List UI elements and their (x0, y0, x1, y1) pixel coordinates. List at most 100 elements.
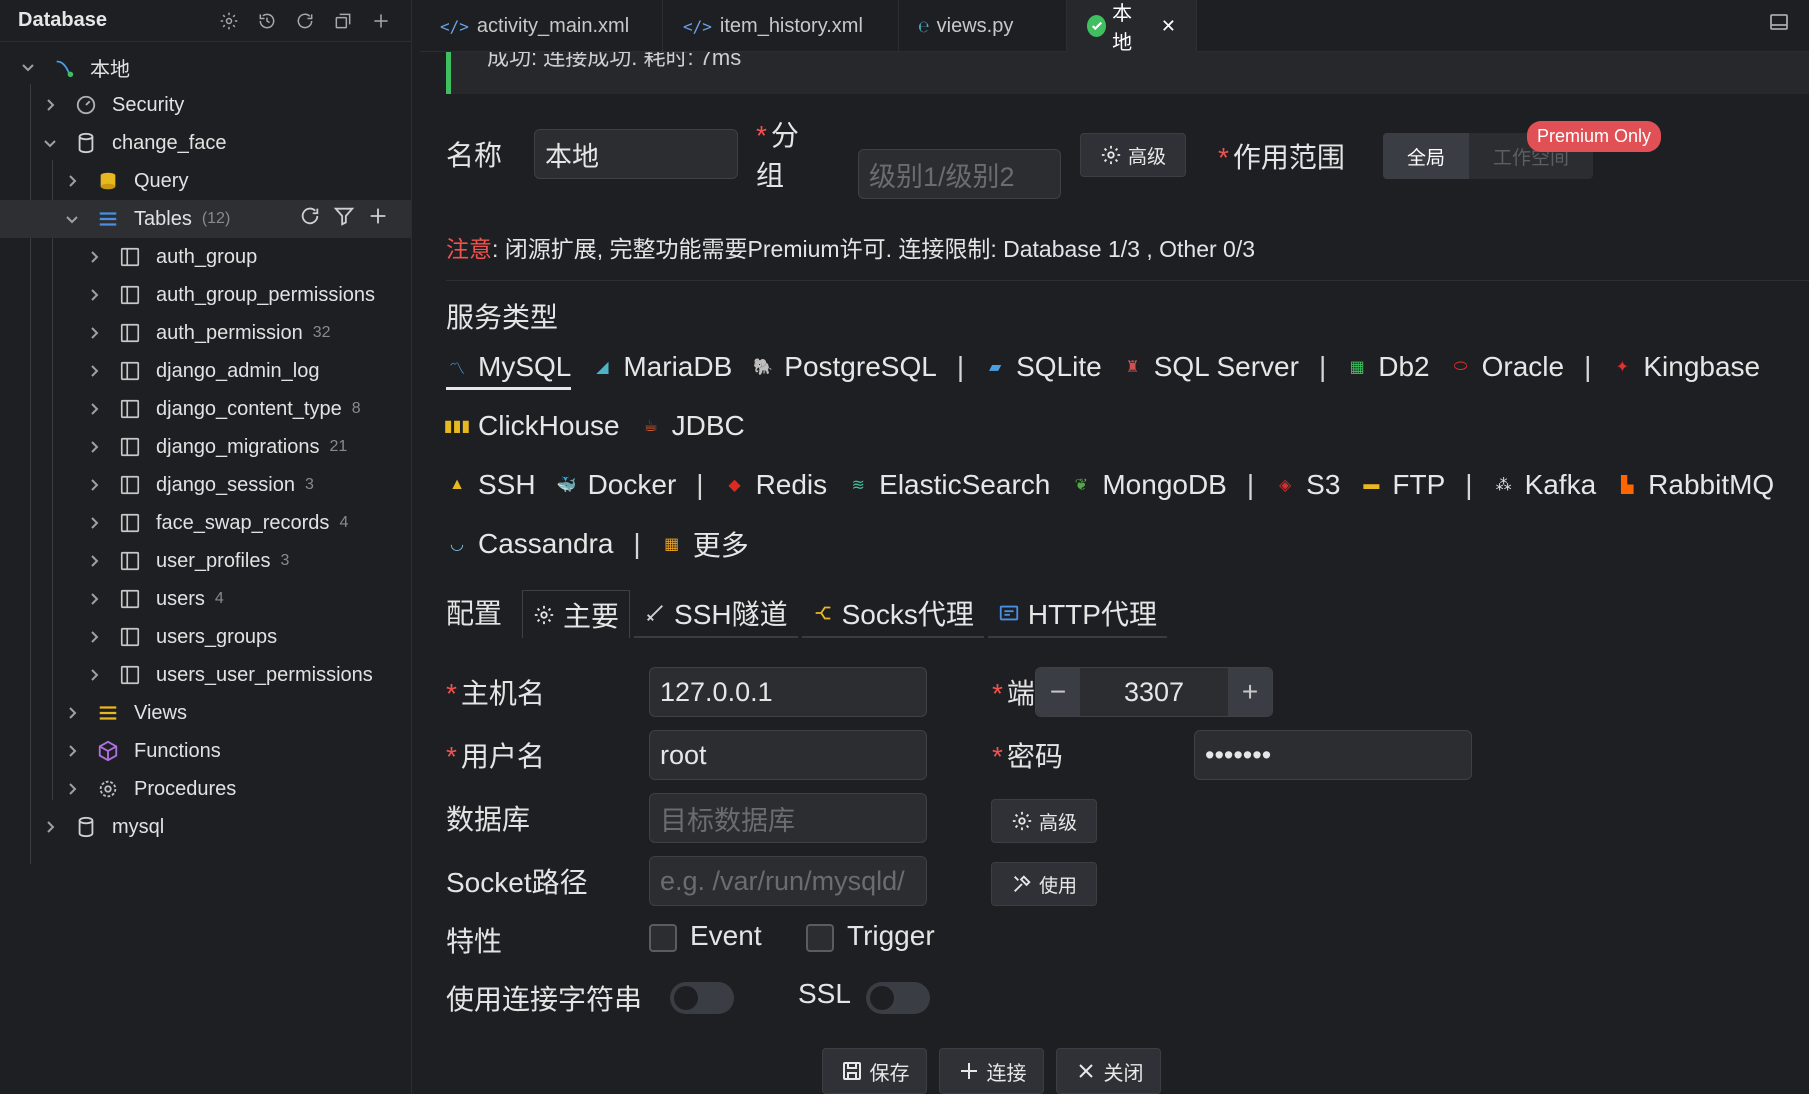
tab-item-history[interactable]: </> item_history.xml (663, 0, 899, 52)
service-mysql[interactable]: 〽 MySQL (446, 351, 572, 390)
tab-main[interactable]: 主要 (522, 590, 631, 638)
chevron-right-icon[interactable] (84, 437, 104, 457)
chevron-down-icon[interactable] (40, 133, 60, 153)
service-s3[interactable]: ◈ S3 (1274, 469, 1340, 501)
advanced-button[interactable]: 高级 (1080, 133, 1186, 177)
refresh-icon[interactable] (299, 205, 321, 233)
save-button[interactable]: 保存 (822, 1048, 927, 1094)
chevron-right-icon[interactable] (84, 247, 104, 267)
use-button[interactable]: 使用 (991, 862, 1097, 906)
chevron-right-icon[interactable] (84, 285, 104, 305)
service-ftp[interactable]: ▬ FTP (1360, 469, 1445, 501)
settings-icon[interactable] (217, 9, 241, 33)
chevron-right-icon[interactable] (40, 95, 60, 115)
advanced-db-button[interactable]: 高级 (991, 799, 1097, 843)
service-sqlserver[interactable]: ♜ SQL Server (1122, 351, 1299, 383)
name-input[interactable]: 本地 (534, 129, 738, 179)
database-input[interactable]: 目标数据库 (649, 793, 927, 843)
chevron-right-icon[interactable] (84, 323, 104, 343)
chevron-down-icon[interactable] (18, 57, 38, 77)
tree-node-procedures[interactable]: Procedures (0, 770, 411, 808)
event-checkbox[interactable] (649, 924, 677, 952)
conn-string-toggle[interactable] (670, 982, 734, 1014)
table-row[interactable]: django_session 3 (0, 466, 411, 504)
tab-views-py[interactable]: ℮ views.py (899, 0, 1067, 52)
refresh-icon[interactable] (293, 9, 317, 33)
chevron-right-icon[interactable] (84, 627, 104, 647)
chevron-right-icon[interactable] (84, 513, 104, 533)
table-row[interactable]: users_user_permissions (0, 656, 411, 694)
collapse-all-icon[interactable] (331, 9, 355, 33)
port-stepper[interactable]: − 3307 + (1035, 667, 1273, 717)
tab-ssh-tunnel[interactable]: SSH隧道 (634, 590, 798, 638)
chevron-right-icon[interactable] (62, 703, 82, 723)
service-mariadb[interactable]: ◢ MariaDB (591, 351, 732, 383)
chevron-right-icon[interactable] (84, 399, 104, 419)
tab-socks-proxy[interactable]: Socks代理 (801, 590, 984, 638)
service-kingbase[interactable]: ✦ Kingbase (1611, 351, 1760, 383)
table-row[interactable]: django_content_type 8 (0, 390, 411, 428)
chevron-right-icon[interactable] (84, 665, 104, 685)
service-ssh[interactable]: ▲ SSH (446, 469, 536, 501)
port-value[interactable]: 3307 (1080, 668, 1228, 716)
table-row[interactable]: user_profiles 3 (0, 542, 411, 580)
tree-node-query[interactable]: Query (0, 162, 411, 200)
tree-node-security[interactable]: Security (0, 86, 411, 124)
service-postgresql[interactable]: 🐘 PostgreSQL (752, 351, 937, 383)
table-row[interactable]: users 4 (0, 580, 411, 618)
table-row[interactable]: auth_permission 32 (0, 314, 411, 352)
tree-node-views[interactable]: Views (0, 694, 411, 732)
add-icon[interactable] (369, 9, 393, 33)
close-button[interactable]: 关闭 (1056, 1048, 1161, 1094)
tree-node-tables[interactable]: Tables (12) (0, 200, 411, 238)
table-row[interactable]: django_migrations 21 (0, 428, 411, 466)
service-clickhouse[interactable]: ▮▮▮ ClickHouse (444, 410, 620, 442)
password-input[interactable]: ••••••• (1194, 730, 1472, 780)
chevron-right-icon[interactable] (84, 475, 104, 495)
service-elasticsearch[interactable]: ≋ ElasticSearch (847, 469, 1050, 501)
service-jdbc[interactable]: ☕ JDBC (640, 410, 744, 442)
tab-http-proxy[interactable]: HTTP代理 (987, 590, 1167, 638)
table-row[interactable]: face_swap_records 4 (0, 504, 411, 542)
panel-toggle-icon[interactable] (1769, 12, 1789, 32)
chevron-right-icon[interactable] (62, 171, 82, 191)
close-icon[interactable]: ✕ (1161, 16, 1176, 37)
table-row[interactable]: auth_group_permissions (0, 276, 411, 314)
table-row[interactable]: django_admin_log (0, 352, 411, 390)
tree-node-mysql[interactable]: mysql (0, 808, 411, 846)
service-db2[interactable]: ▦ Db2 (1346, 351, 1430, 383)
chevron-right-icon[interactable] (62, 779, 82, 799)
decrement-button[interactable]: − (1036, 668, 1080, 716)
service-cassandra[interactable]: ◡ Cassandra (446, 528, 613, 560)
history-icon[interactable] (255, 9, 279, 33)
chevron-right-icon[interactable] (62, 741, 82, 761)
increment-button[interactable]: + (1228, 668, 1272, 716)
host-input[interactable]: 127.0.0.1 (649, 667, 927, 717)
socket-input[interactable]: e.g. /var/run/mysqld/ (649, 856, 927, 906)
tab-local[interactable]: 本地 ✕ (1067, 0, 1197, 54)
service-kafka[interactable]: ⁂ Kafka (1493, 469, 1597, 501)
table-row[interactable]: auth_group (0, 238, 411, 276)
user-input[interactable]: root (649, 730, 927, 780)
table-row[interactable]: users_groups (0, 618, 411, 656)
service-oracle[interactable]: ⬭ Oracle (1450, 351, 1564, 383)
chevron-right-icon[interactable] (84, 589, 104, 609)
scope-global[interactable]: 全局 (1383, 133, 1470, 179)
chevron-down-icon[interactable] (62, 209, 82, 229)
add-icon[interactable] (367, 205, 389, 233)
service-redis[interactable]: ◆ Redis (724, 469, 827, 501)
service-more[interactable]: ▦ 更多 (661, 524, 749, 564)
chevron-right-icon[interactable] (84, 361, 104, 381)
tree-node-root[interactable]: 本地 (0, 48, 411, 86)
chevron-right-icon[interactable] (84, 551, 104, 571)
chevron-right-icon[interactable] (40, 817, 60, 837)
filter-icon[interactable] (333, 205, 355, 233)
trigger-checkbox[interactable] (806, 924, 834, 952)
tree-node-functions[interactable]: Functions (0, 732, 411, 770)
tab-activity-main[interactable]: </> activity_main.xml (420, 0, 663, 52)
service-sqlite[interactable]: ▰ SQLite (984, 351, 1102, 383)
group-input[interactable]: 级别1/级别2 (858, 149, 1061, 199)
service-rabbitmq[interactable]: ▙ RabbitMQ (1616, 469, 1774, 501)
service-mongodb[interactable]: ❦ MongoDB (1070, 469, 1227, 501)
connect-button[interactable]: 连接 (939, 1048, 1044, 1094)
